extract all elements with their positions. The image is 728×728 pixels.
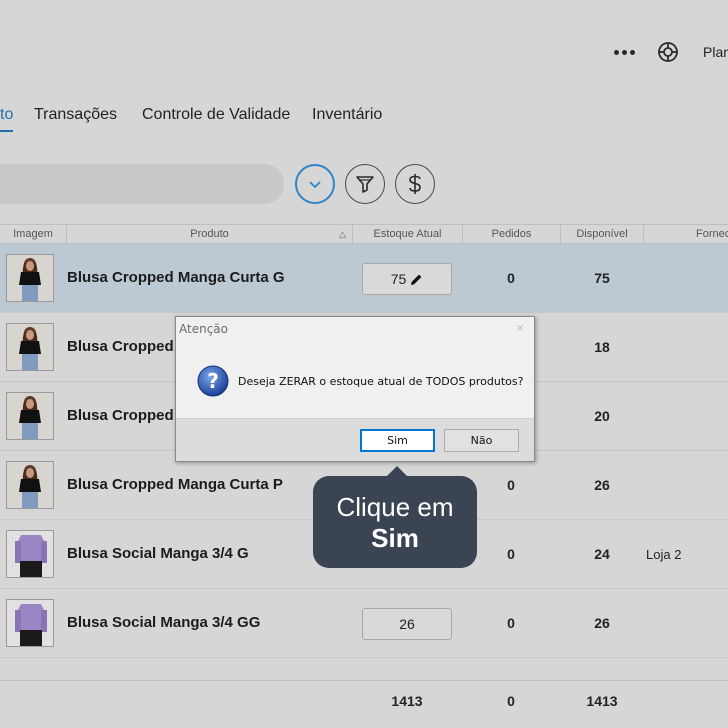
search-input[interactable] bbox=[0, 164, 284, 204]
filter-icon bbox=[356, 176, 374, 193]
available-value: 26 bbox=[594, 477, 610, 493]
available-value: 26 bbox=[594, 615, 610, 631]
product-name: Blusa Cropped bbox=[67, 338, 174, 355]
col-produto[interactable]: Produto △ bbox=[67, 225, 353, 244]
col-estoque[interactable]: Estoque Atual bbox=[353, 225, 463, 244]
supplier-value: Loja 2 bbox=[646, 547, 682, 562]
tab-products[interactable]: to bbox=[0, 106, 14, 132]
tab-expiry-control[interactable]: Controle de Validade bbox=[142, 106, 290, 124]
product-name: Blusa Social Manga 3/4 G bbox=[67, 545, 249, 562]
stock-value: 26 bbox=[399, 616, 415, 632]
dialog-title: Atenção bbox=[179, 322, 228, 336]
product-thumbnail bbox=[6, 254, 54, 302]
price-button[interactable] bbox=[395, 164, 435, 204]
lifebuoy-icon[interactable] bbox=[656, 40, 680, 64]
product-name: Blusa Social Manga 3/4 GG bbox=[67, 614, 261, 631]
table-row[interactable]: Blusa Cropped Manga Curta G 75 0 75 bbox=[0, 244, 728, 313]
close-icon[interactable]: × bbox=[516, 320, 524, 335]
tab-transactions[interactable]: Transações bbox=[34, 106, 117, 124]
table-header: Imagem Produto △ Estoque Atual Pedidos D… bbox=[0, 224, 728, 244]
available-value: 18 bbox=[594, 339, 610, 355]
available-value: 75 bbox=[594, 270, 610, 286]
product-name: Blusa Cropped bbox=[67, 407, 174, 424]
product-thumbnail bbox=[6, 530, 54, 578]
total-pedidos: 0 bbox=[507, 693, 515, 709]
stock-field[interactable]: 75 bbox=[362, 263, 452, 295]
available-value: 24 bbox=[594, 546, 610, 562]
dialog-button-bar: Sim Não bbox=[176, 418, 534, 461]
svg-text:?: ? bbox=[207, 369, 219, 393]
available-value: 20 bbox=[594, 408, 610, 424]
table-footer-totals: 1413 0 1413 bbox=[0, 680, 728, 728]
total-estoque: 1413 bbox=[391, 693, 423, 709]
supplier-value bbox=[646, 313, 726, 382]
product-thumbnail bbox=[6, 323, 54, 371]
product-thumbnail bbox=[6, 461, 54, 509]
tooltip-line1: Clique em bbox=[336, 492, 454, 522]
orders-value: 0 bbox=[507, 270, 515, 286]
tab-inventory[interactable]: Inventário bbox=[312, 106, 382, 124]
confirm-dialog: Atenção × ? Deseja ZERAR o estoque atual… bbox=[175, 316, 535, 462]
total-disponivel: 1413 bbox=[586, 693, 618, 709]
tooltip-line2: Sim bbox=[371, 523, 419, 553]
stock-field[interactable]: 26 bbox=[362, 608, 452, 640]
question-icon: ? bbox=[197, 365, 229, 397]
guide-tooltip: Clique em Sim bbox=[313, 466, 477, 568]
tab-bar: to Transações Controle de Validade Inven… bbox=[0, 106, 728, 134]
supplier-value bbox=[646, 451, 726, 520]
pencil-icon[interactable] bbox=[410, 266, 423, 296]
col-imagem[interactable]: Imagem bbox=[0, 225, 67, 244]
col-disponivel[interactable]: Disponível bbox=[561, 225, 644, 244]
yes-button[interactable]: Sim bbox=[360, 429, 435, 452]
sort-icon: △ bbox=[339, 229, 346, 239]
table-row[interactable]: Blusa Social Manga 3/4 GG 26 0 26 bbox=[0, 589, 728, 658]
col-produto-label: Produto bbox=[190, 228, 229, 240]
filter-button[interactable] bbox=[345, 164, 385, 204]
col-pedidos[interactable]: Pedidos bbox=[463, 225, 561, 244]
product-name: Blusa Cropped Manga Curta G bbox=[67, 269, 285, 286]
supplier-value bbox=[646, 589, 726, 658]
col-fornecedor[interactable]: Forneced bbox=[644, 225, 728, 244]
no-button[interactable]: Não bbox=[444, 429, 519, 452]
supplier-value bbox=[646, 382, 726, 451]
top-bar: Plan bbox=[0, 0, 728, 100]
product-name: Blusa Cropped Manga Curta P bbox=[67, 476, 283, 493]
stock-value: 75 bbox=[390, 271, 407, 287]
expand-button[interactable] bbox=[295, 164, 335, 204]
chevron-down-icon bbox=[309, 181, 321, 189]
plan-link[interactable]: Plan bbox=[703, 44, 728, 60]
product-thumbnail bbox=[6, 599, 54, 647]
product-thumbnail bbox=[6, 392, 54, 440]
orders-value: 0 bbox=[507, 615, 515, 631]
more-dots-icon[interactable] bbox=[614, 42, 638, 62]
dialog-message: Deseja ZERAR o estoque atual de TODOS pr… bbox=[238, 375, 524, 388]
dollar-icon bbox=[409, 174, 421, 194]
supplier-value bbox=[646, 244, 726, 313]
